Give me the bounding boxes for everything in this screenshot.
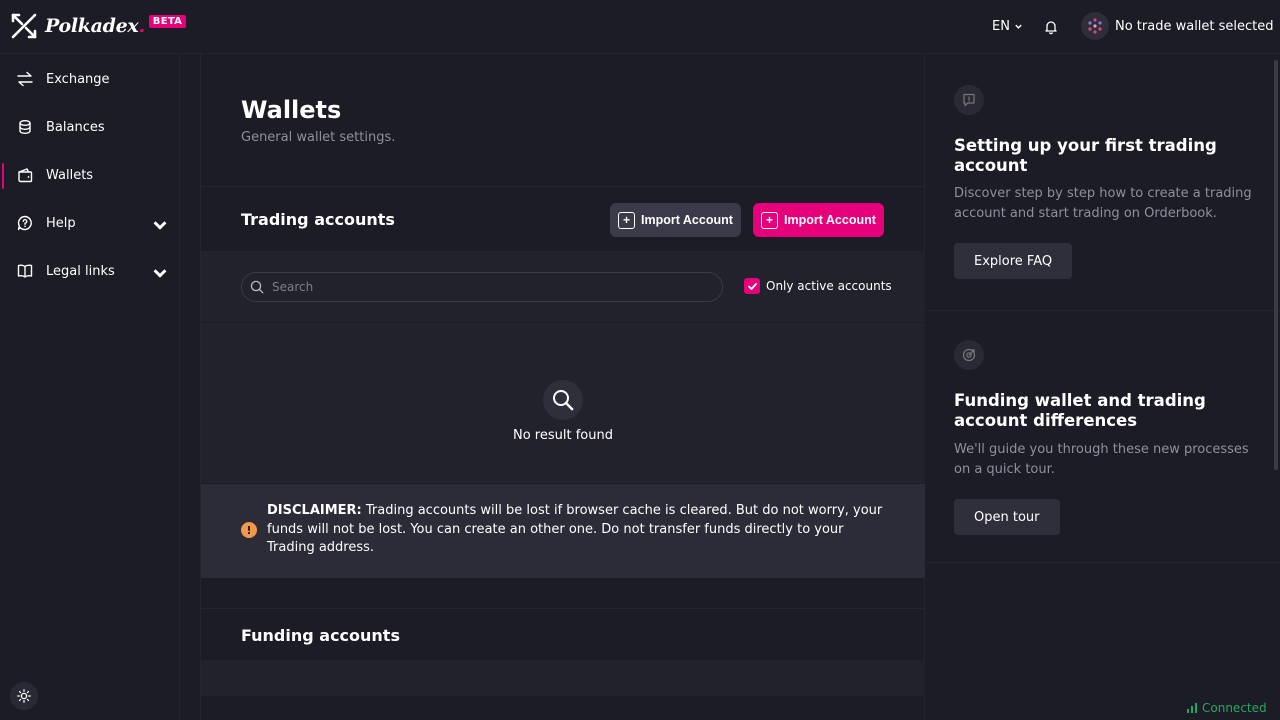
sidebar-item-exchange[interactable]: Exchange [0, 64, 179, 94]
only-active-checkbox[interactable] [744, 278, 760, 294]
wallet-avatar [1081, 12, 1109, 40]
language-label: EN [992, 19, 1010, 34]
divider [201, 186, 925, 187]
signal-bars-icon [1187, 703, 1197, 713]
open-tour-button[interactable]: Open tour [954, 499, 1060, 535]
connection-label: Connected [1202, 701, 1267, 715]
divider [201, 608, 925, 609]
scrollbar[interactable] [1274, 60, 1278, 470]
explore-faq-button[interactable]: Explore FAQ [954, 243, 1073, 279]
sidebar: Exchange Balances Wallets Help Legal lin… [0, 54, 180, 720]
help-card-description: Discover step by step how to create a tr… [954, 186, 1252, 221]
disclaimer-banner: ! DISCLAIMER: Trading accounts will be l… [201, 484, 925, 578]
chevron-down-icon [153, 269, 167, 278]
beta-badge: BETA [148, 14, 187, 28]
logo[interactable]: Polkadex. BETA [10, 12, 187, 40]
chevron-down-icon [1015, 24, 1022, 29]
divider [926, 310, 1280, 311]
only-active-accounts-toggle[interactable]: Only active accounts [744, 278, 892, 294]
chevron-down-icon [153, 221, 167, 230]
import-account-button[interactable]: + Import Account [610, 203, 741, 237]
plus-icon: + [761, 211, 778, 229]
swap-arrows-icon [17, 71, 33, 87]
search-bar-area: Only active accounts [201, 251, 925, 323]
sidebar-item-legal-links[interactable]: Legal links [0, 256, 179, 286]
page-subtitle: General wallet settings. [241, 130, 396, 145]
page-title: Wallets [241, 96, 342, 124]
empty-state-text: No result found [513, 428, 613, 443]
language-selector[interactable]: EN [992, 19, 1023, 34]
sidebar-item-label: Exchange [46, 71, 110, 87]
theme-toggle-button[interactable] [10, 682, 38, 710]
sun-icon [17, 689, 31, 703]
magnifier-icon [553, 390, 574, 411]
empty-state: No result found [201, 323, 925, 483]
main-content: Wallets General wallet settings. Trading… [200, 54, 925, 720]
top-bar: Polkadex. BETA EN No trade wallet select… [0, 0, 1280, 54]
import-account-label: Import Account [784, 213, 876, 227]
trading-accounts-title: Trading accounts [241, 210, 395, 229]
polkadot-avatar-icon [1088, 18, 1102, 34]
empty-search-icon [543, 380, 583, 420]
plus-icon: + [618, 211, 635, 229]
target-icon [954, 340, 984, 370]
import-account-label: Import Account [641, 213, 733, 227]
wallet-status-label: No trade wallet selected [1115, 18, 1274, 34]
polkadex-logo-icon [11, 13, 37, 39]
wallet-selector[interactable]: No trade wallet selected [1081, 12, 1274, 40]
brand-name: Polkadex. [45, 15, 145, 37]
connection-status: Connected [1187, 701, 1267, 715]
search-icon [250, 280, 264, 294]
wallet-icon [18, 168, 33, 183]
only-active-label: Only active accounts [766, 279, 892, 293]
sidebar-item-help[interactable]: Help [0, 208, 179, 238]
help-card-title: Funding wallet and trading account diffe… [954, 391, 1206, 430]
check-icon [747, 282, 757, 290]
sidebar-item-label: Help [46, 215, 76, 231]
sidebar-item-label: Wallets [46, 167, 94, 183]
question-bubble-icon [954, 85, 984, 115]
divider [926, 562, 1280, 563]
help-bubble-icon [17, 215, 32, 231]
disclaimer-text: DISCLAIMER: Trading accounts will be los… [267, 502, 892, 558]
sidebar-item-balances[interactable]: Balances [0, 112, 179, 142]
help-card-description: We'll guide you through these new proces… [954, 442, 1249, 477]
sidebar-item-label: Legal links [46, 263, 115, 279]
funding-accounts-area [201, 660, 925, 696]
help-card-title: Setting up your first trading account [954, 136, 1217, 175]
disclaimer-heading: DISCLAIMER: [267, 503, 362, 518]
sidebar-item-wallets[interactable]: Wallets [0, 160, 179, 190]
import-account-primary-button[interactable]: + Import Account [753, 203, 884, 237]
help-panel: Setting up your first trading account Di… [926, 54, 1280, 720]
search-box[interactable] [241, 272, 723, 302]
warning-icon: ! [241, 522, 257, 538]
coins-icon [19, 120, 31, 134]
book-icon [17, 264, 33, 278]
sidebar-item-label: Balances [46, 119, 105, 135]
search-input[interactable] [272, 280, 692, 294]
funding-accounts-title: Funding accounts [241, 626, 400, 645]
bell-icon[interactable] [1043, 19, 1059, 35]
